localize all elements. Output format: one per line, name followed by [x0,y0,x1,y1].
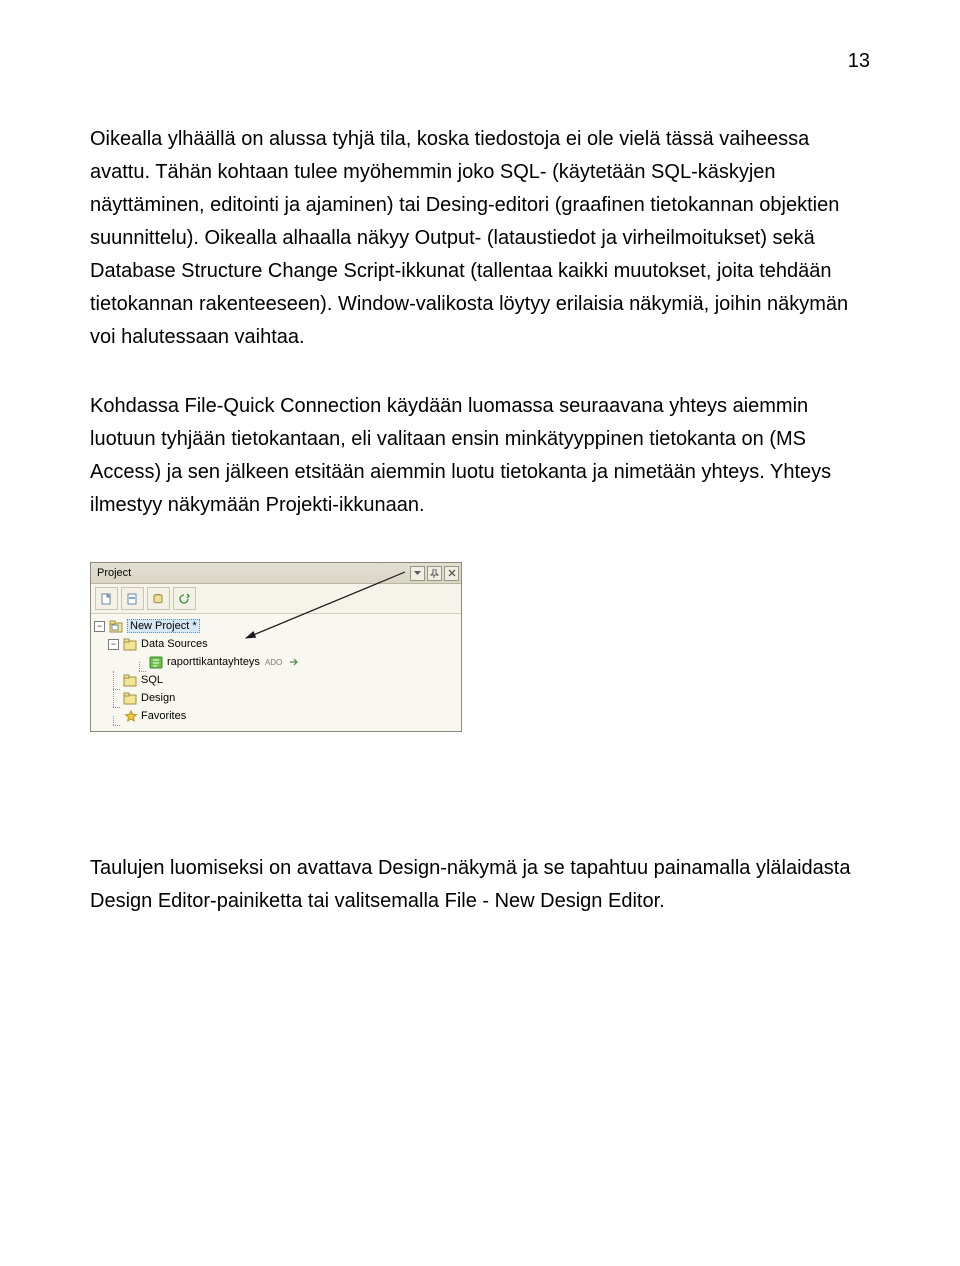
database-icon [152,593,165,604]
folder-icon [123,692,138,705]
toolbar-button-4[interactable] [173,587,196,610]
tree-sql-row[interactable]: SQL [94,671,458,689]
tree-connection-row[interactable]: raporttikantayhteys ADO [94,653,458,671]
tree-design: Design [141,692,175,704]
pin-icon [430,569,439,578]
tree-sql: SQL [141,674,163,686]
titlebar-controls [410,566,459,581]
tree-favorites-row[interactable]: Favorites [94,707,458,725]
pin-button[interactable] [427,566,442,581]
paragraph-3: Taulujen luomiseksi on avattava Design-n… [90,852,870,918]
paragraph-1: Oikealla ylhäällä on alussa tyhjä tila, … [90,123,870,354]
toolbar-button-3[interactable] [147,587,170,610]
connection-tag: ADO [265,658,282,667]
project-icon [109,620,124,633]
tree-new-project[interactable]: New Project * [127,619,200,633]
refresh-icon [178,593,191,604]
project-tree: − New Project * − Data Sources [91,614,461,731]
folder-icon [123,638,138,651]
page-number: 13 [90,50,870,73]
document-sql-icon [126,593,139,604]
dropdown-button[interactable] [410,566,425,581]
paragraph-2: Kohdassa File-Quick Connection käydään l… [90,390,870,522]
connection-icon [149,656,164,669]
tree-data-sources: Data Sources [141,638,208,650]
tree-favorites: Favorites [141,710,186,722]
expander-icon[interactable]: − [108,639,119,650]
tree-root[interactable]: − New Project * [94,617,458,635]
document-icon [100,593,113,604]
project-panel-titlebar: Project [91,563,461,584]
tree-design-row[interactable]: Design [94,689,458,707]
close-button[interactable] [444,566,459,581]
project-panel-title: Project [97,567,131,579]
chevron-down-icon [414,571,421,576]
project-panel: Project [90,562,462,732]
project-toolbar [91,584,461,614]
close-icon [448,569,456,577]
toolbar-button-1[interactable] [95,587,118,610]
toolbar-button-2[interactable] [121,587,144,610]
project-panel-figure: Project [90,562,470,732]
connect-arrow-icon[interactable] [287,656,302,669]
tree-connection: raporttikantayhteys [167,656,260,668]
tree-data-sources-row[interactable]: − Data Sources [94,635,458,653]
expander-icon[interactable]: − [94,621,105,632]
star-icon [123,710,138,723]
folder-icon [123,674,138,687]
